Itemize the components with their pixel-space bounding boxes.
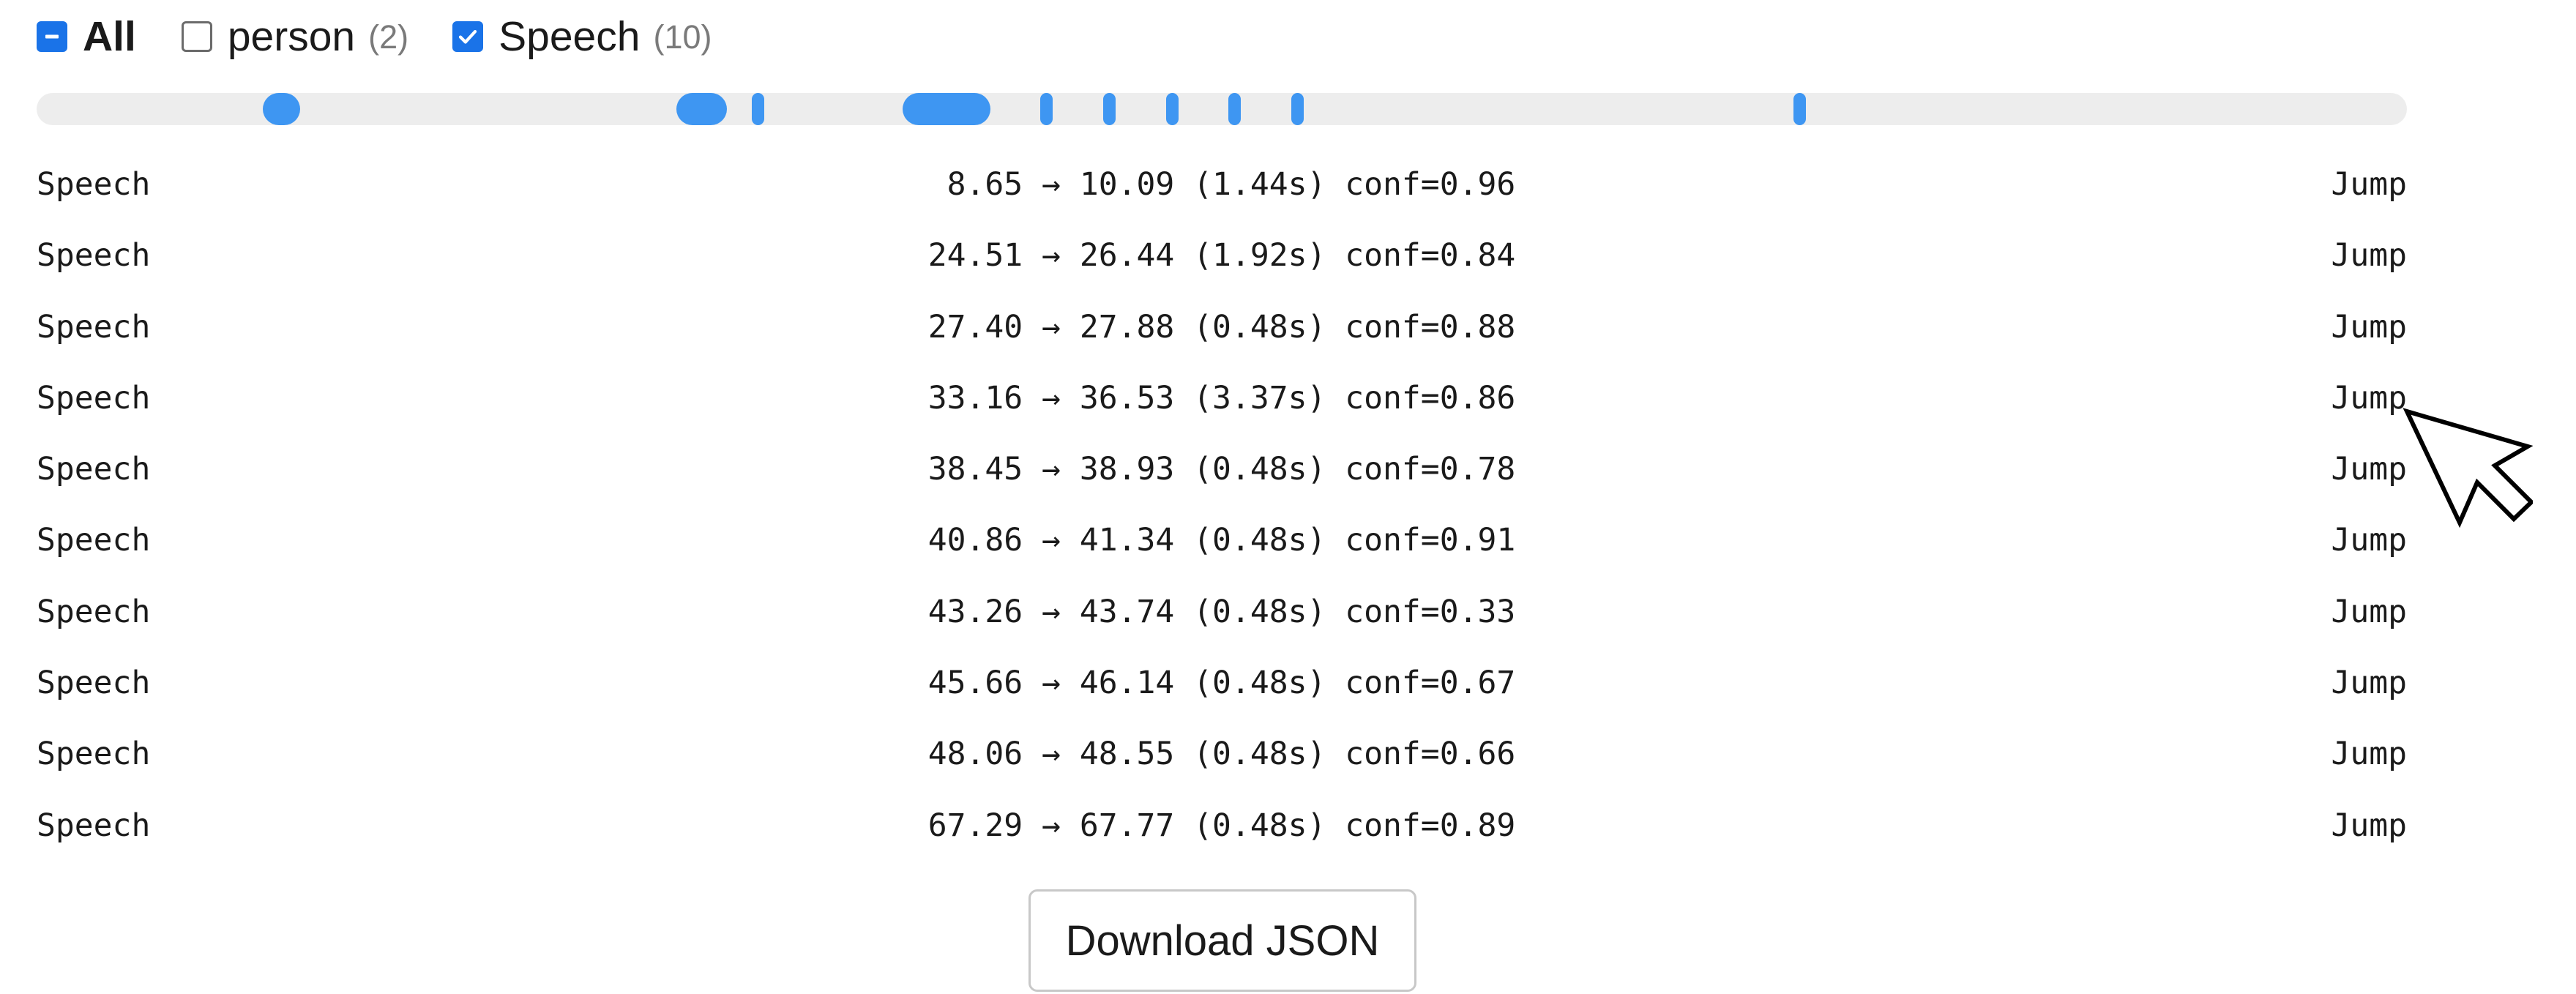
filter-speech-label: Speech xyxy=(499,12,641,60)
download-json-button[interactable]: Download JSON xyxy=(1028,889,1416,992)
detection-row: Speech 40.86 → 41.34 (0.48s) conf=0.91 Jum… xyxy=(37,507,2407,578)
timeline-segment[interactable] xyxy=(1291,93,1304,125)
jump-link[interactable]: Jump xyxy=(2331,594,2407,632)
timeline-segment[interactable] xyxy=(262,93,300,125)
detection-time-range: 48.06 → 48.55 (0.48s) conf=0.66 xyxy=(927,736,1516,773)
detection-row: Speech 48.06 → 48.55 (0.48s) conf=0.66 Jum… xyxy=(37,721,2407,792)
filter-bar: All person (2) Speech (10) xyxy=(37,10,712,63)
detection-row: Speech 8.65 → 10.09 (1.44s) conf=0.96 Jum… xyxy=(37,152,2407,223)
detection-time-range: 43.26 → 43.74 (0.48s) conf=0.33 xyxy=(927,593,1516,630)
timeline-track[interactable] xyxy=(37,93,2407,125)
detection-time-range: 8.65 → 10.09 (1.44s) conf=0.96 xyxy=(927,166,1516,203)
detection-row: Speech 38.45 → 38.93 (0.48s) conf=0.78 Jum… xyxy=(37,436,2407,507)
detection-time-range: 38.45 → 38.93 (0.48s) conf=0.78 xyxy=(927,451,1516,488)
timeline-segment[interactable] xyxy=(1103,93,1116,125)
detection-time-range: 27.40 → 27.88 (0.48s) conf=0.88 xyxy=(927,308,1516,345)
filter-person[interactable]: person (2) xyxy=(181,12,409,60)
checked-checkbox-icon[interactable] xyxy=(452,21,484,52)
detection-time-range: 45.66 → 46.14 (0.48s) conf=0.67 xyxy=(927,665,1516,702)
filter-speech[interactable]: Speech (10) xyxy=(452,12,712,60)
detection-list: Speech 8.65 → 10.09 (1.44s) conf=0.96 Jum… xyxy=(37,152,2407,864)
detection-row: Speech 67.29 → 67.77 (0.48s) conf=0.89 Jum… xyxy=(37,793,2407,864)
jump-link[interactable]: Jump xyxy=(2331,237,2407,275)
unchecked-checkbox-icon[interactable] xyxy=(181,21,212,52)
filter-person-count: (2) xyxy=(368,18,409,56)
timeline-segment[interactable] xyxy=(1228,93,1242,125)
detection-time-range: 33.16 → 36.53 (3.37s) conf=0.86 xyxy=(927,379,1516,416)
jump-link[interactable]: Jump xyxy=(2331,807,2407,845)
indeterminate-checkbox-icon[interactable] xyxy=(37,21,67,52)
detection-time-range: 40.86 → 41.34 (0.48s) conf=0.91 xyxy=(927,522,1516,559)
timeline-segment[interactable] xyxy=(1040,93,1053,125)
detection-row: Speech 43.26 → 43.74 (0.48s) conf=0.33 Jum… xyxy=(37,579,2407,650)
arrow-cursor-icon xyxy=(2386,403,2535,560)
detection-row: Speech 33.16 → 36.53 (3.37s) conf=0.86 Jum… xyxy=(37,365,2407,436)
filter-person-label: person xyxy=(227,12,356,60)
jump-link[interactable]: Jump xyxy=(2331,309,2407,347)
filter-all-label: All xyxy=(83,12,136,60)
jump-link[interactable]: Jump xyxy=(2331,166,2407,204)
timeline-segment[interactable] xyxy=(902,93,990,125)
timeline-segment[interactable] xyxy=(1165,93,1179,125)
filter-all[interactable]: All xyxy=(37,12,136,60)
timeline-segment[interactable] xyxy=(752,93,765,125)
detection-row: Speech 45.66 → 46.14 (0.48s) conf=0.67 Jum… xyxy=(37,650,2407,721)
jump-link[interactable]: Jump xyxy=(2331,665,2407,703)
detection-time-range: 24.51 → 26.44 (1.92s) conf=0.84 xyxy=(927,237,1516,274)
filter-speech-count: (10) xyxy=(653,18,712,56)
detection-row: Speech 24.51 → 26.44 (1.92s) conf=0.84 Jum… xyxy=(37,223,2407,294)
detection-row: Speech 27.40 → 27.88 (0.48s) conf=0.88 Jum… xyxy=(37,294,2407,365)
detection-time-range: 67.29 → 67.77 (0.48s) conf=0.89 xyxy=(927,807,1516,844)
timeline-segment[interactable] xyxy=(676,93,727,125)
jump-link[interactable]: Jump xyxy=(2331,736,2407,774)
timeline-segment[interactable] xyxy=(1793,93,1806,125)
